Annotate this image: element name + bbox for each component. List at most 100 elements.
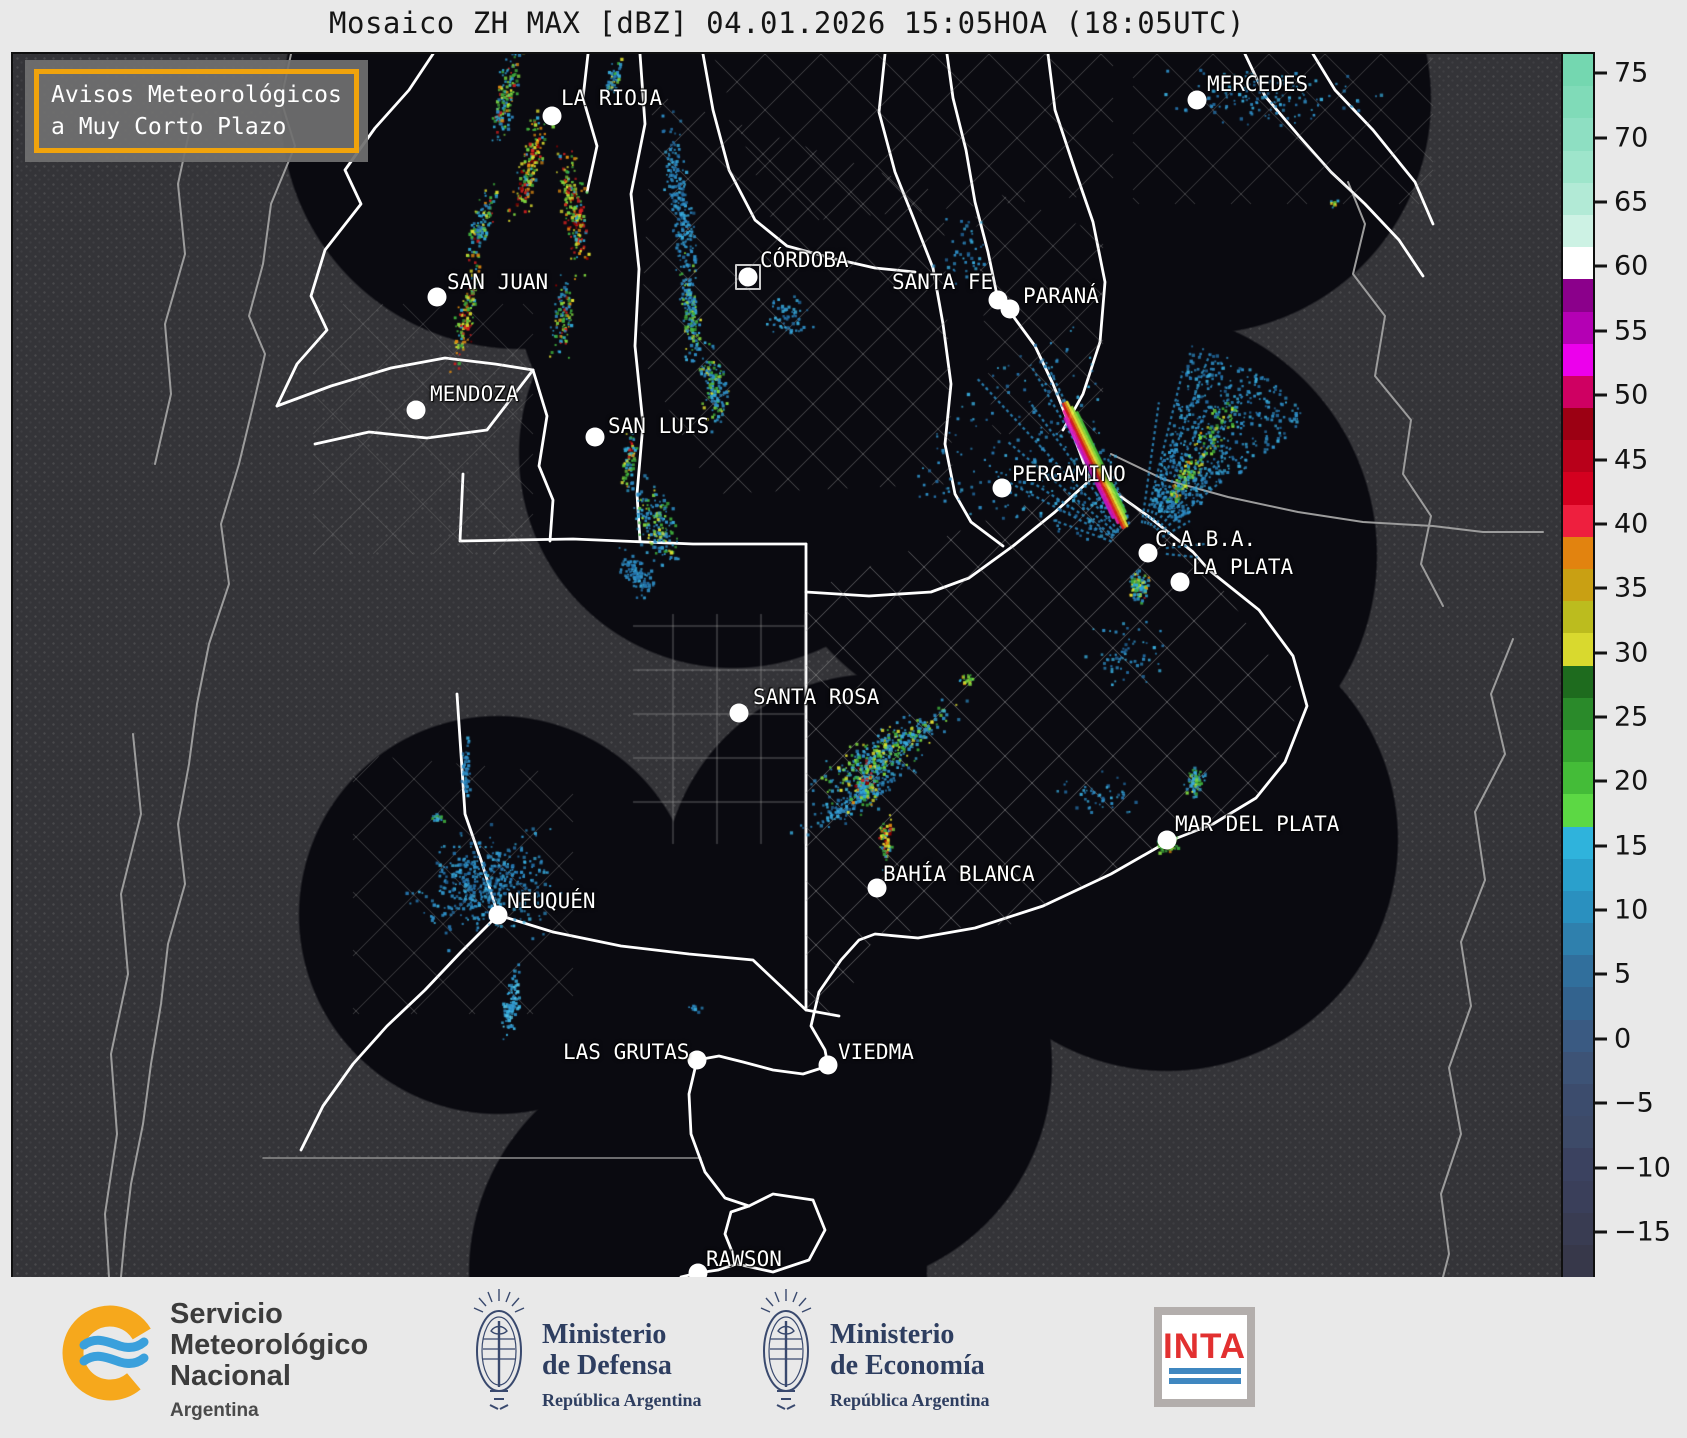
colorbar-tick: 20 <box>1595 766 1648 797</box>
colorbar-segment <box>1563 569 1593 601</box>
colorbar-tick: 15 <box>1595 830 1648 861</box>
colorbar-tick: 65 <box>1595 187 1648 218</box>
colorbar-segment <box>1563 344 1593 376</box>
inta-bar-1 <box>1169 1368 1241 1374</box>
dbz-colorbar-ticks: 757065605550454035302520151050−5−10−15 <box>1595 54 1685 1277</box>
city-label: MERCEDES <box>1207 72 1308 96</box>
city-dot <box>688 1051 707 1070</box>
smn-logo-icon <box>60 1303 160 1403</box>
inta-bar-2 <box>1169 1378 1241 1384</box>
city-label: CÓRDOBA <box>760 248 849 272</box>
colorbar-segment <box>1563 151 1593 183</box>
colorbar-segment <box>1563 183 1593 215</box>
colorbar-segment <box>1563 408 1593 440</box>
ministerio-economia-text: Ministerio de Economía República Argenti… <box>830 1319 990 1416</box>
defensa-line2: de Defensa <box>542 1350 702 1381</box>
ministerio-defensa-text: Ministerio de Defensa República Argentin… <box>542 1319 702 1416</box>
colorbar-segment <box>1563 666 1593 698</box>
smn-line3: Nacional <box>170 1361 368 1392</box>
city-label: LA RIOJA <box>561 86 662 110</box>
defensa-crest-icon <box>470 1287 528 1413</box>
colorbar-segment <box>1563 1181 1593 1213</box>
city-label: SAN JUAN <box>447 270 548 294</box>
inta-label: INTA <box>1163 1330 1246 1364</box>
city-dot <box>407 401 426 420</box>
colorbar-tick: 70 <box>1595 122 1648 153</box>
colorbar-segment <box>1563 215 1593 247</box>
city-label: MAR DEL PLATA <box>1175 812 1339 836</box>
colorbar-tick: 40 <box>1595 508 1648 539</box>
city-dot <box>428 288 447 307</box>
colorbar-tick: −15 <box>1595 1216 1671 1247</box>
economia-line2: de Economía <box>830 1350 990 1381</box>
city-label: RAWSON <box>706 1247 782 1271</box>
city-label: LAS GRUTAS <box>563 1040 689 1064</box>
colorbar-tick: 55 <box>1595 315 1648 346</box>
colorbar-segment <box>1563 827 1593 859</box>
colorbar-segment <box>1563 1245 1593 1277</box>
city-label: BAHÍA BLANCA <box>883 862 1035 886</box>
defensa-line3: República Argentina <box>542 1385 702 1416</box>
colorbar-segment <box>1563 1020 1593 1052</box>
colorbar-segment <box>1563 1116 1593 1148</box>
colorbar-segment <box>1563 537 1593 569</box>
colorbar-segment <box>1563 633 1593 665</box>
colorbar-tick: 25 <box>1595 701 1648 732</box>
city-dot <box>730 704 749 723</box>
colorbar-segment <box>1563 505 1593 537</box>
colorbar-tick: 0 <box>1595 1023 1631 1054</box>
colorbar-tick: 75 <box>1595 58 1648 89</box>
economia-line1: Ministerio <box>830 1319 990 1350</box>
city-dot <box>1188 91 1207 110</box>
city-label: VIEDMA <box>838 1040 914 1064</box>
city-dot <box>819 1056 838 1075</box>
colorbar-segment <box>1563 955 1593 987</box>
city-dot <box>1158 831 1177 850</box>
page-title: Mosaico ZH MAX [dBZ] 04.01.2026 15:05HOA… <box>13 6 1561 40</box>
colorbar-tick: 60 <box>1595 251 1648 282</box>
city-label: SAN LUIS <box>608 414 709 438</box>
colorbar-segment <box>1563 440 1593 472</box>
colorbar-segment <box>1563 601 1593 633</box>
warning-annotation-line2: a Muy Corto Plazo <box>51 111 342 143</box>
radar-echoes-layer <box>13 54 1561 1277</box>
economia-crest-icon <box>757 1287 815 1413</box>
colorbar-segment <box>1563 987 1593 1019</box>
warning-annotation-box: Avisos Meteorológicos a Muy Corto Plazo <box>25 60 368 162</box>
colorbar-segment <box>1563 1213 1593 1245</box>
city-dot <box>1171 573 1190 592</box>
colorbar-segment <box>1563 923 1593 955</box>
warning-annotation-line1: Avisos Meteorológicos <box>51 79 342 111</box>
colorbar-segment <box>1563 86 1593 118</box>
colorbar-tick: 30 <box>1595 637 1648 668</box>
defensa-line1: Ministerio <box>542 1319 702 1350</box>
colorbar-tick: −5 <box>1595 1088 1654 1119</box>
colorbar-segment <box>1563 54 1593 86</box>
city-label: MENDOZA <box>430 382 519 406</box>
colorbar-tick: 50 <box>1595 380 1648 411</box>
city-dot <box>739 268 758 287</box>
city-label: PERGAMINO <box>1012 462 1126 486</box>
colorbar-segment <box>1563 247 1593 279</box>
city-label: PARANÁ <box>1023 284 1099 308</box>
city-dot <box>1001 300 1020 319</box>
city-label: SANTA FE <box>892 270 993 294</box>
radar-map: MERCEDES LA RIOJA SAN JUAN CÓRDOBA SANTA FE P… <box>11 52 1563 1279</box>
colorbar-segment <box>1563 1052 1593 1084</box>
warning-annotation-border: Avisos Meteorológicos a Muy Corto Plazo <box>34 69 359 153</box>
colorbar-segment <box>1563 762 1593 794</box>
colorbar-segment <box>1563 118 1593 150</box>
colorbar-segment <box>1563 312 1593 344</box>
inta-logo-inner: INTA <box>1162 1315 1247 1399</box>
colorbar-segment <box>1563 1084 1593 1116</box>
economia-line3: República Argentina <box>830 1385 990 1416</box>
city-label: LA PLATA <box>1192 555 1293 579</box>
colorbar-tick: −10 <box>1595 1152 1671 1183</box>
colorbar-segment <box>1563 794 1593 826</box>
colorbar-tick: 10 <box>1595 895 1648 926</box>
smn-logo-text: Servicio Meteorológico Nacional Argentin… <box>170 1299 368 1426</box>
colorbar-segment <box>1563 376 1593 408</box>
inta-logo: INTA <box>1154 1307 1255 1407</box>
city-dot <box>993 479 1012 498</box>
city-label: NEUQUÉN <box>507 889 596 913</box>
